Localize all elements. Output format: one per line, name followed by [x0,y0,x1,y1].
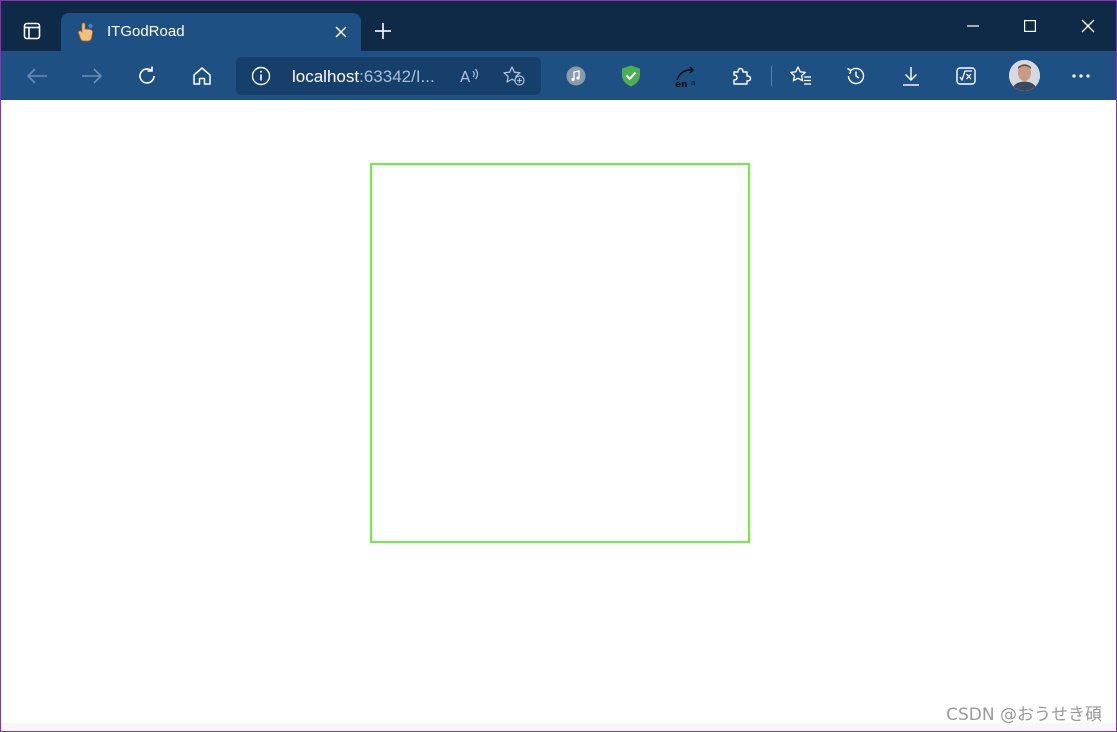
svg-text:a: a [691,79,695,87]
browser-toolbar: localhost:63342/I... A en a [1,51,1116,100]
svg-text:A: A [460,68,471,86]
tab-actions-icon[interactable] [15,15,49,47]
hand-pointer-icon [75,21,97,43]
more-menu-icon[interactable] [1064,59,1098,93]
shield-check-extension-icon[interactable] [614,59,648,93]
tab-title: ITGodRoad [107,23,185,40]
browser-tab[interactable]: ITGodRoad [61,13,361,51]
profile-avatar[interactable] [1009,60,1040,91]
close-icon[interactable] [331,22,351,42]
title-bar: ITGodRoad [1,1,1116,51]
read-aloud-icon[interactable]: A [458,65,482,87]
address-bar[interactable]: localhost:63342/I... A [236,57,541,95]
browser-window: ITGodRoad localhost:63342/I... A en a CS… [0,0,1117,732]
green-square-box [370,163,750,543]
info-icon[interactable] [250,65,272,87]
back-arrow-icon[interactable] [20,59,54,93]
plus-icon[interactable] [369,17,397,45]
downloads-icon[interactable] [894,59,928,93]
url-text[interactable]: localhost:63342/I... [292,67,435,87]
maximize-icon[interactable] [1010,9,1050,43]
forward-arrow-icon[interactable] [75,59,109,93]
url-path: :63342/I... [359,67,435,86]
window-close-icon[interactable] [1068,9,1108,43]
translate-extension-icon[interactable]: en a [669,59,703,93]
page-content: CSDN @おうせき碩 [1,100,1116,731]
favorites-icon[interactable] [784,59,818,93]
minimize-icon[interactable] [953,9,993,43]
url-host: localhost [292,67,360,86]
svg-text:en: en [675,80,688,88]
home-icon[interactable] [185,59,219,93]
history-icon[interactable] [839,59,873,93]
music-extension-icon[interactable] [559,59,593,93]
refresh-icon[interactable] [130,59,164,93]
toolbar-separator [771,66,772,86]
extensions-puzzle-icon[interactable] [724,59,758,93]
add-favorite-icon[interactable] [502,65,526,87]
watermark: CSDN @おうせき碩 [946,705,1102,725]
math-solver-icon[interactable] [949,59,983,93]
